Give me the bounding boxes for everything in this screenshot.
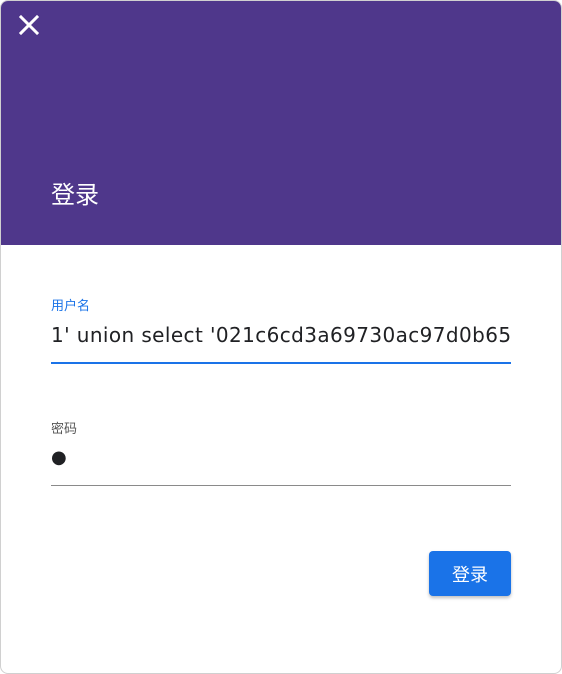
username-input[interactable]: 1' union select '021c6cd3a69730ac97d0b65… xyxy=(51,317,511,353)
close-icon xyxy=(19,15,39,35)
password-input[interactable]: ● xyxy=(51,440,511,476)
username-underline xyxy=(51,362,511,364)
password-underline xyxy=(51,485,511,486)
dialog-header: 登录 xyxy=(1,1,561,245)
login-button[interactable]: 登录 xyxy=(429,551,511,596)
login-dialog: 登录 用户名 1' union select '021c6cd3a69730ac… xyxy=(0,0,562,674)
username-label: 用户名 xyxy=(51,299,91,314)
password-field: 密码 ● xyxy=(51,420,511,486)
username-field: 用户名 1' union select '021c6cd3a69730ac97d… xyxy=(51,297,511,364)
password-label: 密码 xyxy=(51,422,78,437)
dialog-title: 登录 xyxy=(51,181,99,209)
close-button[interactable] xyxy=(11,8,47,42)
